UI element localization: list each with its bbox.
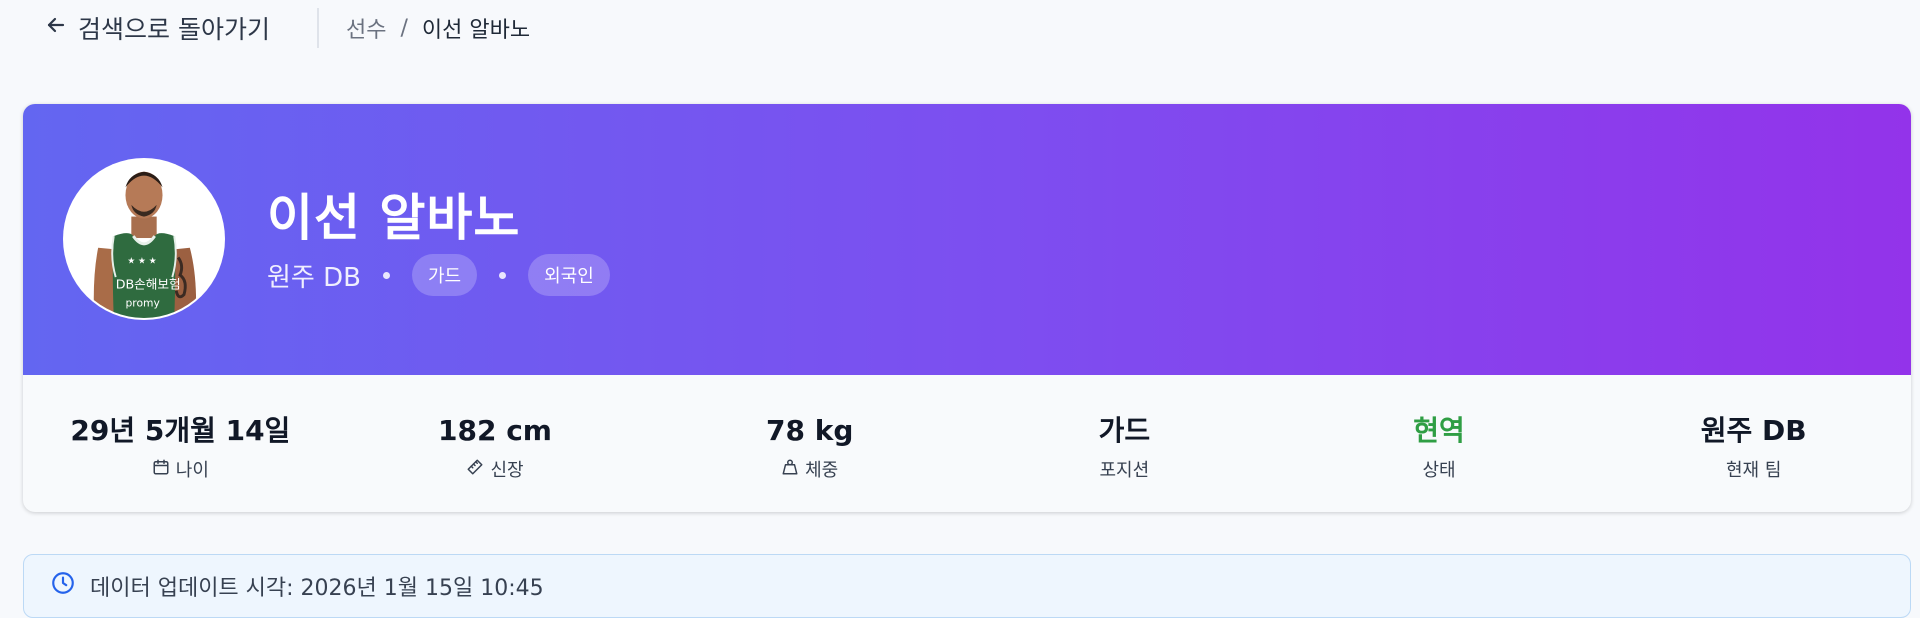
stat-label: 체중: [805, 460, 839, 481]
breadcrumb-players-link[interactable]: 선수: [346, 12, 386, 44]
stat-label: 신장: [490, 460, 524, 481]
nav-divider: [317, 8, 319, 48]
position-badge: 가드: [411, 254, 478, 296]
player-avatar: ★ ★ ★ DB손해보험 promy: [63, 158, 225, 320]
origin-badge: 외국인: [528, 254, 610, 296]
stat-label-row: 체중: [781, 455, 838, 483]
separator-dot: [499, 271, 507, 279]
separator-dot: [382, 271, 390, 279]
stat-label-row: 나이: [152, 455, 209, 483]
player-meta: 원주 DB 가드 외국인: [267, 254, 610, 296]
jersey-sponsor-text: DB손해보험: [116, 277, 181, 292]
stat-label-row: 현재 팀: [1726, 455, 1781, 483]
top-navigation: 검색으로 돌아가기 선수 / 이선 알바노: [0, 0, 1920, 56]
breadcrumb-separator: /: [400, 15, 408, 41]
player-name: 이선 알바노: [267, 189, 521, 247]
update-text: 데이터 업데이트 시각: 2026년 1월 15일 10:45: [90, 576, 544, 601]
stat-height: 182 cm 신장: [338, 375, 653, 512]
breadcrumb: 선수 / 이선 알바노: [346, 10, 530, 46]
stat-value: 가드: [1098, 414, 1151, 447]
stat-label-row: 신장: [466, 455, 524, 483]
stat-label: 상태: [1422, 460, 1456, 481]
stat-value: 원주 DB: [1700, 414, 1807, 447]
stat-label: 현재 팀: [1725, 460, 1782, 481]
stat-age: 29년 5개월 14일 나이: [23, 375, 338, 512]
stat-weight: 78 kg 체중: [652, 375, 967, 512]
ruler-icon: [466, 458, 484, 481]
svg-text:★ ★ ★: ★ ★ ★: [127, 256, 156, 266]
stat-label-row: 상태: [1422, 455, 1455, 483]
player-photo: ★ ★ ★ DB손해보험 promy: [65, 160, 223, 318]
stat-current-team: 원주 DB 현재 팀: [1596, 375, 1911, 512]
player-profile-card: ★ ★ ★ DB손해보험 promy 이선 알바노 원주 DB 가드 외국인 2…: [23, 104, 1911, 512]
stat-status: 현역 상태: [1282, 375, 1597, 512]
arrow-left-icon: [44, 13, 68, 43]
data-update-notice: 데이터 업데이트 시각: 2026년 1월 15일 10:45: [23, 554, 1911, 618]
stat-value: 29년 5개월 14일: [70, 414, 291, 447]
stat-value: 현역: [1413, 414, 1465, 447]
stat-value: 78 kg: [765, 414, 854, 447]
stat-label-row: 포지션: [1100, 455, 1150, 483]
stat-position: 가드 포지션: [967, 375, 1282, 512]
player-team: 원주 DB: [267, 262, 361, 293]
player-stats-row: 29년 5개월 14일 나이 182 cm 신장 78 kg 체중 가드 포지션…: [23, 375, 1911, 512]
stat-label: 나이: [175, 460, 209, 481]
player-hero-banner: ★ ★ ★ DB손해보험 promy 이선 알바노 원주 DB 가드 외국인: [23, 104, 1911, 375]
stat-label: 포지션: [1099, 460, 1150, 481]
back-to-search-button[interactable]: 검색으로 돌아가기: [44, 8, 270, 48]
clock-icon: [50, 570, 76, 602]
breadcrumb-current: 이선 알바노: [421, 18, 531, 43]
svg-text:promy: promy: [125, 296, 160, 309]
calendar-icon: [152, 458, 170, 481]
weight-icon: [781, 458, 799, 481]
stat-value: 182 cm: [438, 414, 552, 447]
back-label: 검색으로 돌아가기: [78, 15, 270, 44]
